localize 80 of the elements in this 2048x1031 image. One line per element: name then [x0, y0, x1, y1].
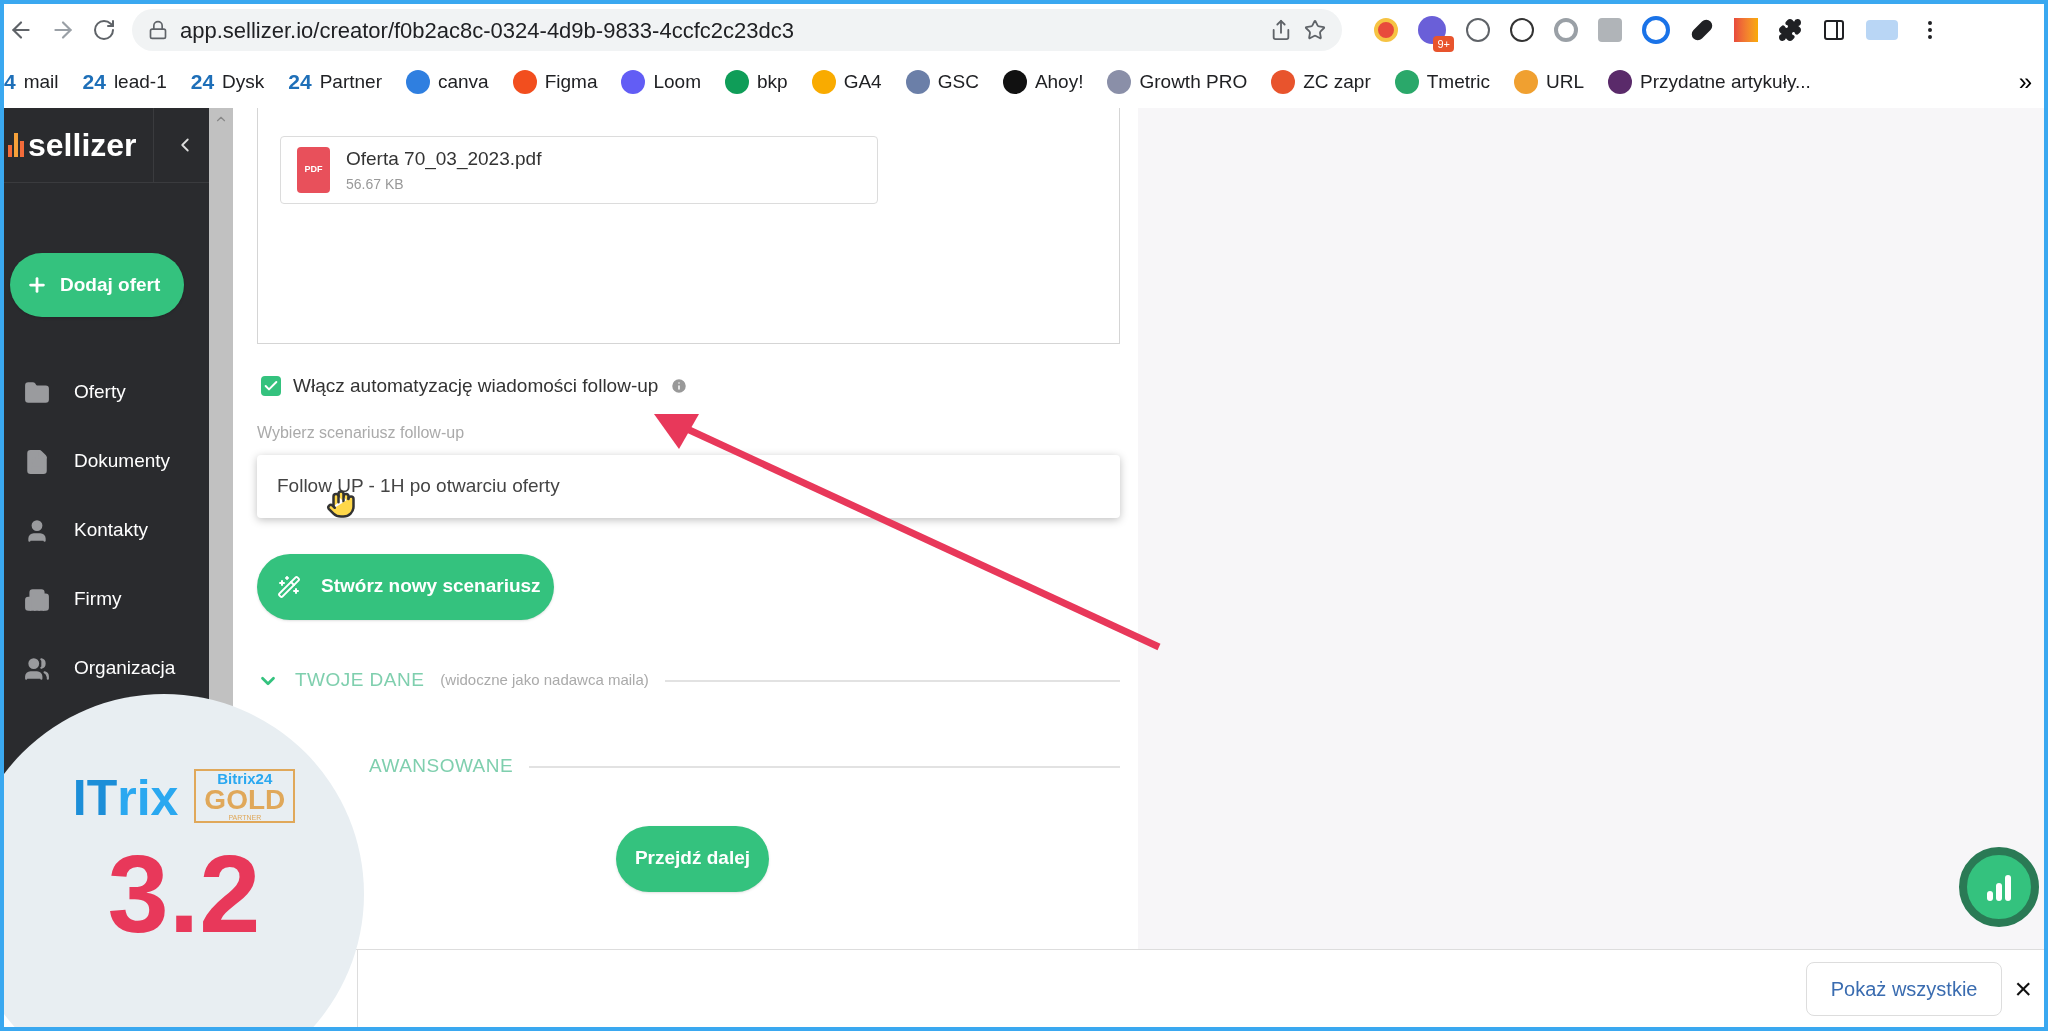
document-icon — [24, 448, 50, 475]
bookmark-label: canva — [438, 69, 489, 94]
scenario-option[interactable]: Follow UP - 1H po otwarciu oferty — [257, 454, 1120, 518]
bookmark-label: Dysk — [222, 69, 265, 94]
bookmark-item[interactable]: canva — [406, 67, 489, 97]
checkbox[interactable] — [261, 376, 281, 397]
file-name: Oferta 70_03_2023.pdf — [346, 147, 542, 172]
bookmark-item[interactable]: GA4 — [811, 67, 882, 97]
bookmark-label: ZC zapr — [1303, 69, 1371, 94]
side-panel-icon[interactable] — [1822, 18, 1846, 42]
bookmark-item[interactable]: Growth PRO — [1107, 67, 1248, 97]
pdf-icon: PDF — [297, 147, 330, 193]
show-all-button[interactable]: Pokaż wszystkie — [1805, 961, 2003, 1016]
bookmark-item[interactable]: Przydatne artykuły... — [1608, 67, 1811, 97]
sidebar-item[interactable]: Dokumenty — [4, 444, 209, 479]
extension-icon[interactable] — [1466, 18, 1490, 42]
bookmark-item[interactable]: 4 mail — [4, 66, 59, 98]
file-card[interactable]: PDF Oferta 70_03_2023.pdf 56.67 KB — [280, 136, 878, 204]
logo-icon — [8, 133, 24, 157]
bookmark-item[interactable]: GSC — [905, 67, 979, 97]
bookmark-label: mail — [23, 69, 59, 94]
bookmark-icon: 24 — [288, 66, 312, 98]
bookmark-icon: 24 — [190, 66, 215, 98]
sidebar-item[interactable]: Organizacja — [4, 651, 209, 686]
bookmark-item[interactable]: Loom — [621, 67, 701, 97]
sidebar-item[interactable]: Kontakty — [4, 513, 209, 548]
section-note: (widoczne jako nadawca maila) — [440, 670, 649, 691]
url-text: app.sellizer.io/creator/f0b2ac8c-0324-4d9b-9833-4ccfc2c23dc3 — [180, 16, 794, 45]
extension-icon[interactable] — [1510, 18, 1534, 42]
checkbox-label: Włącz automatyzację wiadomości follow-up — [293, 374, 659, 398]
lock-icon — [148, 20, 168, 40]
bookmark-item[interactable]: bkp — [725, 67, 788, 97]
file-size: 56.67 KB — [346, 174, 405, 194]
bookmark-label: Partner — [319, 69, 382, 94]
logo-text: rix — [117, 773, 179, 823]
bookmark-item[interactable]: Figma — [512, 67, 598, 97]
bookmark-label: URL — [1546, 69, 1585, 94]
bookmark-icon: 4 — [4, 66, 16, 98]
star-icon[interactable] — [1304, 19, 1326, 41]
bookmark-label: GSC — [937, 69, 979, 94]
sidebar-item[interactable]: Firmy — [4, 582, 209, 617]
bookmark-label: lead-1 — [113, 69, 167, 94]
sidebar-item-label: Dokumenty — [74, 449, 171, 474]
info-icon — [670, 377, 689, 396]
people-icon — [24, 655, 50, 682]
sidebar-item-label: Oferty — [74, 380, 126, 405]
bookmark-item[interactable]: Ahoy! — [1002, 67, 1084, 97]
puzzle-icon[interactable] — [1778, 18, 1802, 42]
bookmark-item[interactable]: 24 Partner — [288, 66, 382, 98]
field-label: Wybierz scenariusz follow-up — [257, 422, 466, 443]
bookmark-label: GA4 — [843, 69, 882, 94]
folder-icon — [24, 379, 50, 406]
reload-icon[interactable] — [92, 18, 116, 42]
sidebar-item-label: Kontakty — [74, 518, 148, 543]
logo-text: IT — [72, 773, 118, 823]
sidebar-item-label: Firmy — [74, 587, 122, 612]
bookmark-label: Przydatne artykuły... — [1640, 69, 1811, 94]
logo-text: sellizer — [28, 126, 138, 165]
magic-wand-icon — [277, 574, 301, 599]
bookmark-item[interactable]: 24 Dysk — [190, 66, 265, 98]
more-bookmarks[interactable]: » — [2018, 64, 2044, 100]
bookmark-label: Ahoy! — [1034, 69, 1084, 94]
bookmark-item[interactable]: URL — [1514, 67, 1585, 97]
share-icon[interactable] — [1270, 19, 1292, 41]
close-button[interactable]: × — [2014, 966, 2032, 1011]
bookmark-icon: 24 — [82, 66, 106, 98]
bookmark-label: Figma — [544, 69, 598, 94]
notification-badge: 9+ — [1433, 35, 1454, 52]
bookmark-label: bkp — [757, 69, 788, 94]
bookmark-item[interactable]: 24 lead-1 — [82, 66, 167, 98]
address-bar[interactable]: app.sellizer.io/creator/f0b2ac8c-0324-4d9b-9833-4ccfc2c23dc3 — [132, 9, 1342, 51]
plus-icon — [26, 274, 48, 296]
step-number: 3.2 — [107, 839, 261, 949]
bookmark-label: Loom — [653, 69, 701, 94]
bookmark-label: Growth PRO — [1139, 69, 1248, 94]
bookmark-item[interactable]: Tmetric — [1394, 67, 1491, 97]
bookmark-item[interactable]: ZC zapr — [1271, 67, 1371, 97]
sidebar-item[interactable]: Oferty — [4, 375, 209, 410]
sidebar-item-label: Organizacja — [74, 656, 176, 681]
bookmark-label: Tmetric — [1426, 69, 1491, 94]
